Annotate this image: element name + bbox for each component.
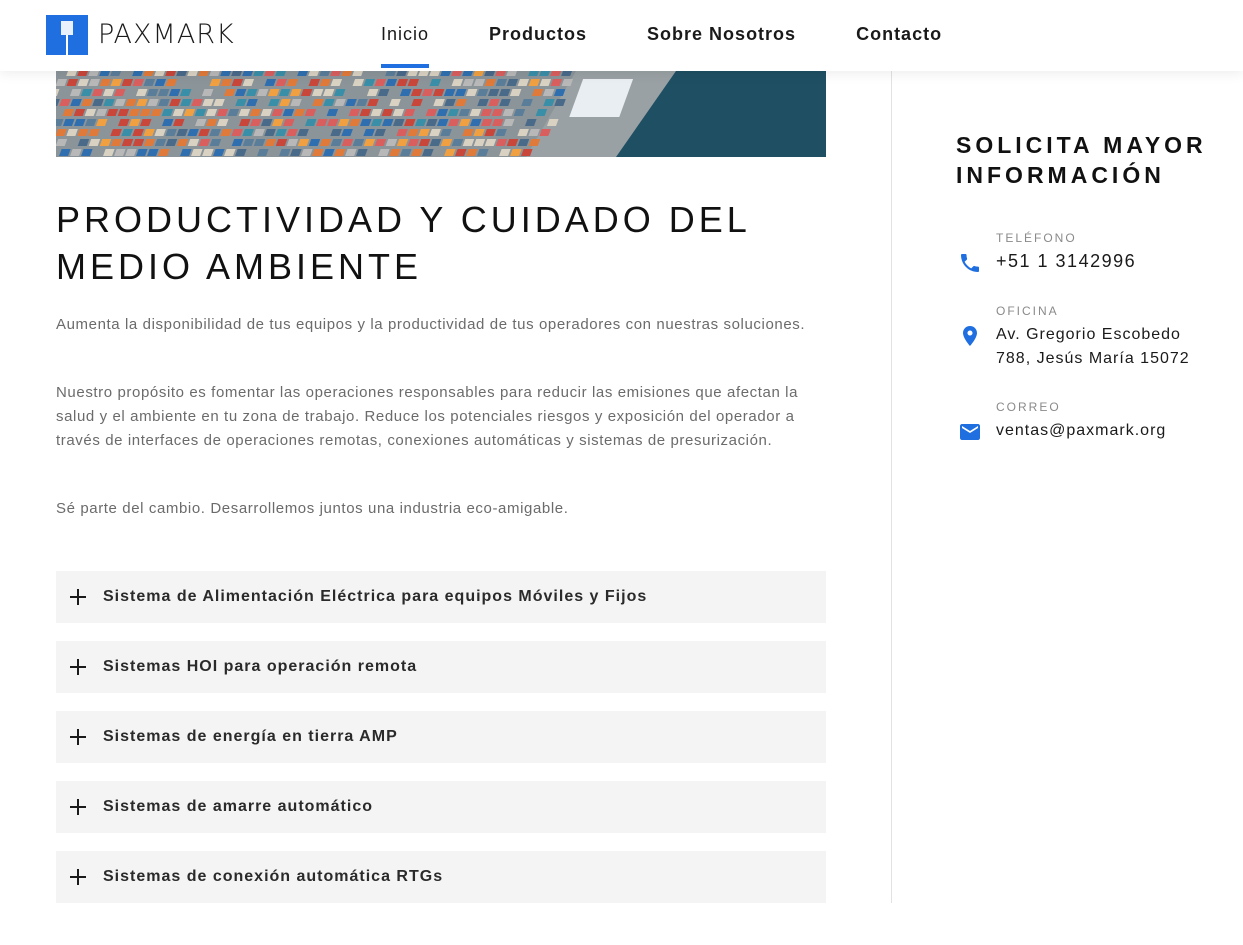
cta-paragraph: Sé parte del cambio. Desarrollemos junto… — [56, 500, 569, 517]
email-value[interactable]: ventas@paxmark.org — [996, 419, 1166, 443]
plus-icon — [70, 589, 86, 605]
email-label: CORREO — [996, 400, 1061, 414]
accordion-item-amarre[interactable]: Sistemas de amarre automático — [56, 781, 826, 833]
nav-item-inicio[interactable]: Inicio — [381, 0, 430, 71]
purpose-paragraph: Nuestro propósito es fomentar las operac… — [56, 384, 799, 449]
nav-item-contacto[interactable]: Contacto — [856, 0, 942, 71]
plus-icon — [70, 869, 86, 885]
accordion-item-amp[interactable]: Sistemas de energía en tierra AMP — [56, 711, 826, 763]
mail-icon — [960, 424, 980, 440]
office-label: OFICINA — [996, 304, 1059, 318]
sidebar-divider — [891, 71, 892, 903]
plus-icon — [70, 799, 86, 815]
accordion-item-alimentacion[interactable]: Sistema de Alimentación Eléctrica para e… — [56, 571, 826, 623]
accordion-label: Sistema de Alimentación Eléctrica para e… — [103, 588, 648, 605]
logo-text: PAXMARK — [98, 19, 235, 50]
office-line-2: 788, Jesús María 15072 — [996, 350, 1190, 367]
nav-item-sobre-nosotros[interactable]: Sobre Nosotros — [647, 0, 796, 71]
phone-value[interactable]: +51 1 3142996 — [996, 249, 1136, 273]
accordion-item-hoi[interactable]: Sistemas HOI para operación remota — [56, 641, 826, 693]
plus-icon — [70, 729, 86, 745]
intro-paragraph: Aumenta la disponibilidad de tus equipos… — [56, 316, 806, 333]
plus-icon — [70, 659, 86, 675]
accordion-label: Sistemas de amarre automático — [103, 798, 373, 815]
logo-icon — [46, 15, 88, 55]
hero-image — [56, 71, 826, 157]
location-pin-icon — [963, 326, 977, 346]
site-header: PAXMARK Inicio Productos Sobre Nosotros … — [0, 0, 1243, 71]
logo[interactable]: PAXMARK — [46, 15, 235, 55]
accordion-label: Sistemas HOI para operación remota — [103, 658, 418, 675]
accordion-item-rtgs[interactable]: Sistemas de conexión automática RTGs — [56, 851, 826, 903]
accordion-label: Sistemas de energía en tierra AMP — [103, 728, 398, 745]
page-title: PRODUCTIVIDAD Y CUIDADO DEL MEDIO AMBIEN… — [56, 199, 750, 287]
phone-label: TELÉFONO — [996, 231, 1077, 245]
sidebar-title: SOLICITA MAYOR INFORMACIÓN — [956, 132, 1207, 188]
office-line-1: Av. Gregorio Escobedo — [996, 326, 1181, 343]
nav-item-productos[interactable]: Productos — [489, 0, 587, 71]
accordion-label: Sistemas de conexión automática RTGs — [103, 868, 444, 885]
main-nav: Inicio Productos Sobre Nosotros Contacto — [381, 0, 1002, 71]
phone-icon — [961, 254, 979, 272]
